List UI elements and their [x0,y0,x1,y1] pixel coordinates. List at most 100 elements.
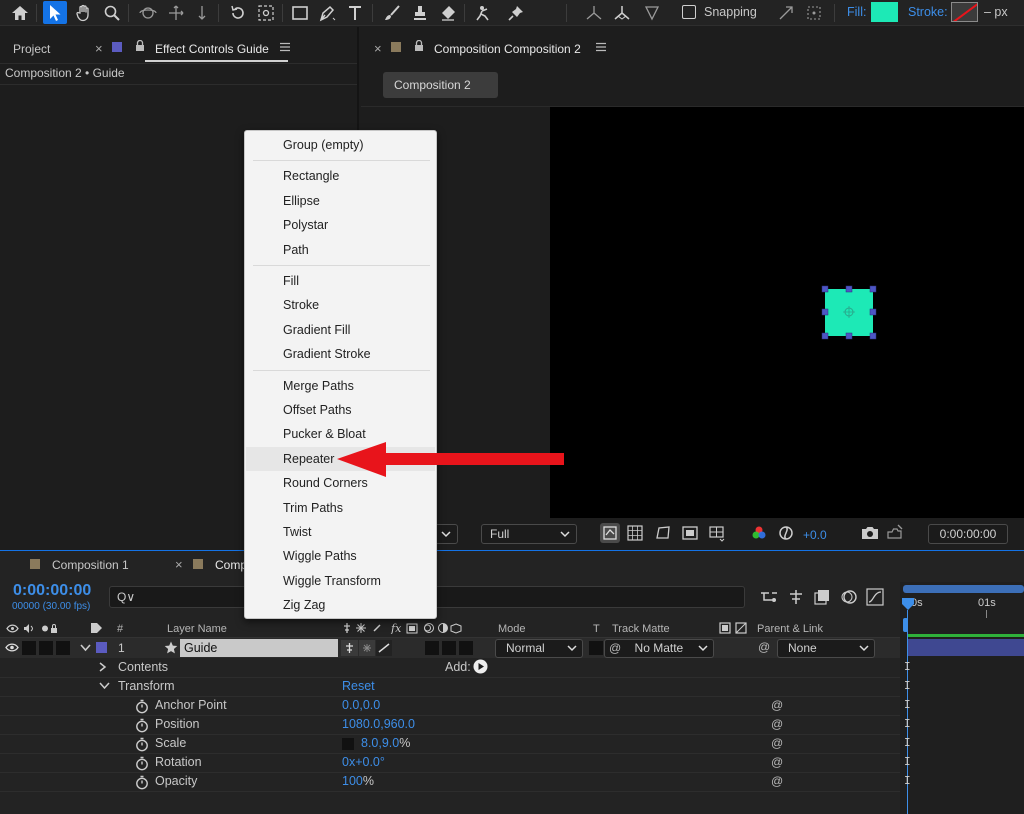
playhead-icon[interactable] [900,596,920,616]
stroke-color-swatch[interactable] [951,2,978,22]
pan-camera-icon[interactable] [164,1,188,24]
fill-color-swatch[interactable] [871,2,898,22]
menu-item-offset-paths[interactable]: Offset Paths [246,398,435,422]
prop-value-anchor-point[interactable]: 0.0,0.0 [342,698,380,712]
stopwatch-icon[interactable] [135,737,149,752]
exposure-value[interactable]: +0.0 [803,528,827,542]
menu-item-wiggle-transform[interactable]: Wiggle Transform [246,569,435,593]
snap-edges-icon[interactable] [774,1,798,24]
layer-duration-bar[interactable] [908,639,1024,656]
snap-features-icon[interactable] [802,1,826,24]
snapping-checkbox[interactable] [682,5,696,19]
constrain-proportions-toggle[interactable] [342,738,354,750]
solo-switch[interactable] [39,641,53,655]
menu-item-gradient-stroke[interactable]: Gradient Stroke [246,342,435,366]
audio-switch[interactable] [22,641,36,655]
prop-value-rotation[interactable]: 0x+0.0° [342,755,385,769]
view-axis-mode-icon[interactable] [640,1,664,24]
add-content-button[interactable] [473,659,488,674]
tab-composition-2[interactable]: Comp [215,558,247,572]
expression-pick-whip-icon[interactable]: @ [771,717,783,731]
transparency-grid-icon[interactable] [627,525,643,541]
menu-item-path[interactable]: Path [246,238,435,262]
transform-twirl-icon[interactable] [99,682,110,690]
panel-menu-icon[interactable] [596,42,606,52]
menu-item-rectangle[interactable]: Rectangle [246,164,435,188]
layer-twirl-icon[interactable] [80,644,91,652]
close-tab-icon[interactable]: × [175,557,183,572]
transform-reset-link[interactable]: Reset [342,679,375,693]
world-axis-mode-icon[interactable] [610,1,634,24]
brush-tool-icon[interactable] [380,1,404,24]
puppet-pin-tool-icon[interactable] [504,1,528,24]
close-tab-icon[interactable]: × [95,41,103,56]
transform-label[interactable]: Transform [118,679,175,693]
pen-tool-icon[interactable] [316,1,340,24]
current-time-display[interactable]: 0:00:00:00 [928,524,1008,544]
prop-value-opacity[interactable]: 100% [342,774,374,788]
work-area-bar[interactable] [903,585,1024,593]
draft-3d-icon[interactable] [787,588,805,606]
region-of-interest-icon[interactable] [682,525,698,541]
menu-item-twist[interactable]: Twist [246,520,435,544]
tab-project[interactable]: Project [13,42,50,56]
tab-composition-1[interactable]: Composition 1 [52,558,129,572]
menu-item-zig-zag[interactable]: Zig Zag [246,593,435,617]
menu-item-group-empty[interactable]: Group (empty) [246,133,435,157]
stopwatch-icon[interactable] [135,775,149,790]
expression-pick-whip-icon[interactable]: @ [771,774,783,788]
tab-composition[interactable]: Composition Composition 2 [434,42,581,56]
timeline-track-area[interactable] [900,582,1024,814]
home-icon[interactable] [8,1,32,24]
mask-visibility-icon[interactable] [655,525,671,541]
adjustment-layer-switch[interactable] [442,641,456,655]
grid-guides-icon[interactable] [708,524,726,542]
3d-layer-switch[interactable] [459,641,473,655]
motion-blur-switch[interactable] [425,641,439,655]
layer-name-field[interactable]: Guide [180,639,338,657]
expression-pick-whip-icon[interactable]: @ [771,755,783,769]
lock-switch[interactable] [56,641,70,655]
pick-whip-icon[interactable]: @ [609,641,621,655]
composition-breadcrumb[interactable]: Composition 2 [383,72,498,98]
stopwatch-icon[interactable] [135,699,149,714]
prop-value-position[interactable]: 1080.0,960.0 [342,717,415,731]
lock-icon[interactable] [414,40,424,52]
menu-item-ellipse[interactable]: Ellipse [246,189,435,213]
col-layer-name[interactable]: Layer Name [167,623,227,635]
col-parent-link[interactable]: Parent & Link [757,623,823,635]
timeline-current-time[interactable]: 0:00:00:00 [13,582,91,600]
snapshot-icon[interactable] [861,526,879,540]
stopwatch-icon[interactable] [135,756,149,771]
preserve-transparency-switch[interactable] [589,641,603,655]
contents-label[interactable]: Contents [118,660,168,674]
menu-item-polystar[interactable]: Polystar [246,213,435,237]
orbit-camera-icon[interactable] [136,1,160,24]
reset-exposure-icon[interactable] [778,525,794,541]
menu-item-stroke[interactable]: Stroke [246,293,435,317]
clone-stamp-tool-icon[interactable] [408,1,432,24]
show-snapshot-icon[interactable] [886,524,904,540]
prop-value-scale[interactable]: 8.0,9.0% [361,736,410,750]
layer-switch-icons[interactable] [341,640,393,656]
expression-pick-whip-icon[interactable]: @ [771,698,783,712]
roto-brush-tool-icon[interactable] [472,1,496,24]
composition-viewer[interactable] [550,107,1024,518]
menu-item-fill[interactable]: Fill [246,269,435,293]
col-track-matte[interactable]: Track Matte [612,623,670,635]
contents-twirl-icon[interactable] [99,662,107,672]
local-axis-mode-icon[interactable] [582,1,606,24]
anchor-point-tool-icon[interactable] [254,1,278,24]
color-channel-icon[interactable] [751,525,767,541]
col-mode[interactable]: Mode [498,623,526,635]
expression-pick-whip-icon[interactable]: @ [771,736,783,750]
frame-blending-icon[interactable] [813,588,831,606]
rotate-tool-icon[interactable] [226,1,250,24]
menu-item-wiggle-paths[interactable]: Wiggle Paths [246,544,435,568]
zoom-tool-icon[interactable] [100,1,124,24]
fill-label[interactable]: Fill: [847,5,866,19]
rectangle-tool-icon[interactable] [288,1,312,24]
tab-effect-controls[interactable]: Effect Controls Guide [155,42,269,56]
selection-handles[interactable] [820,284,878,341]
layer-visibility-eye-icon[interactable] [5,642,19,653]
